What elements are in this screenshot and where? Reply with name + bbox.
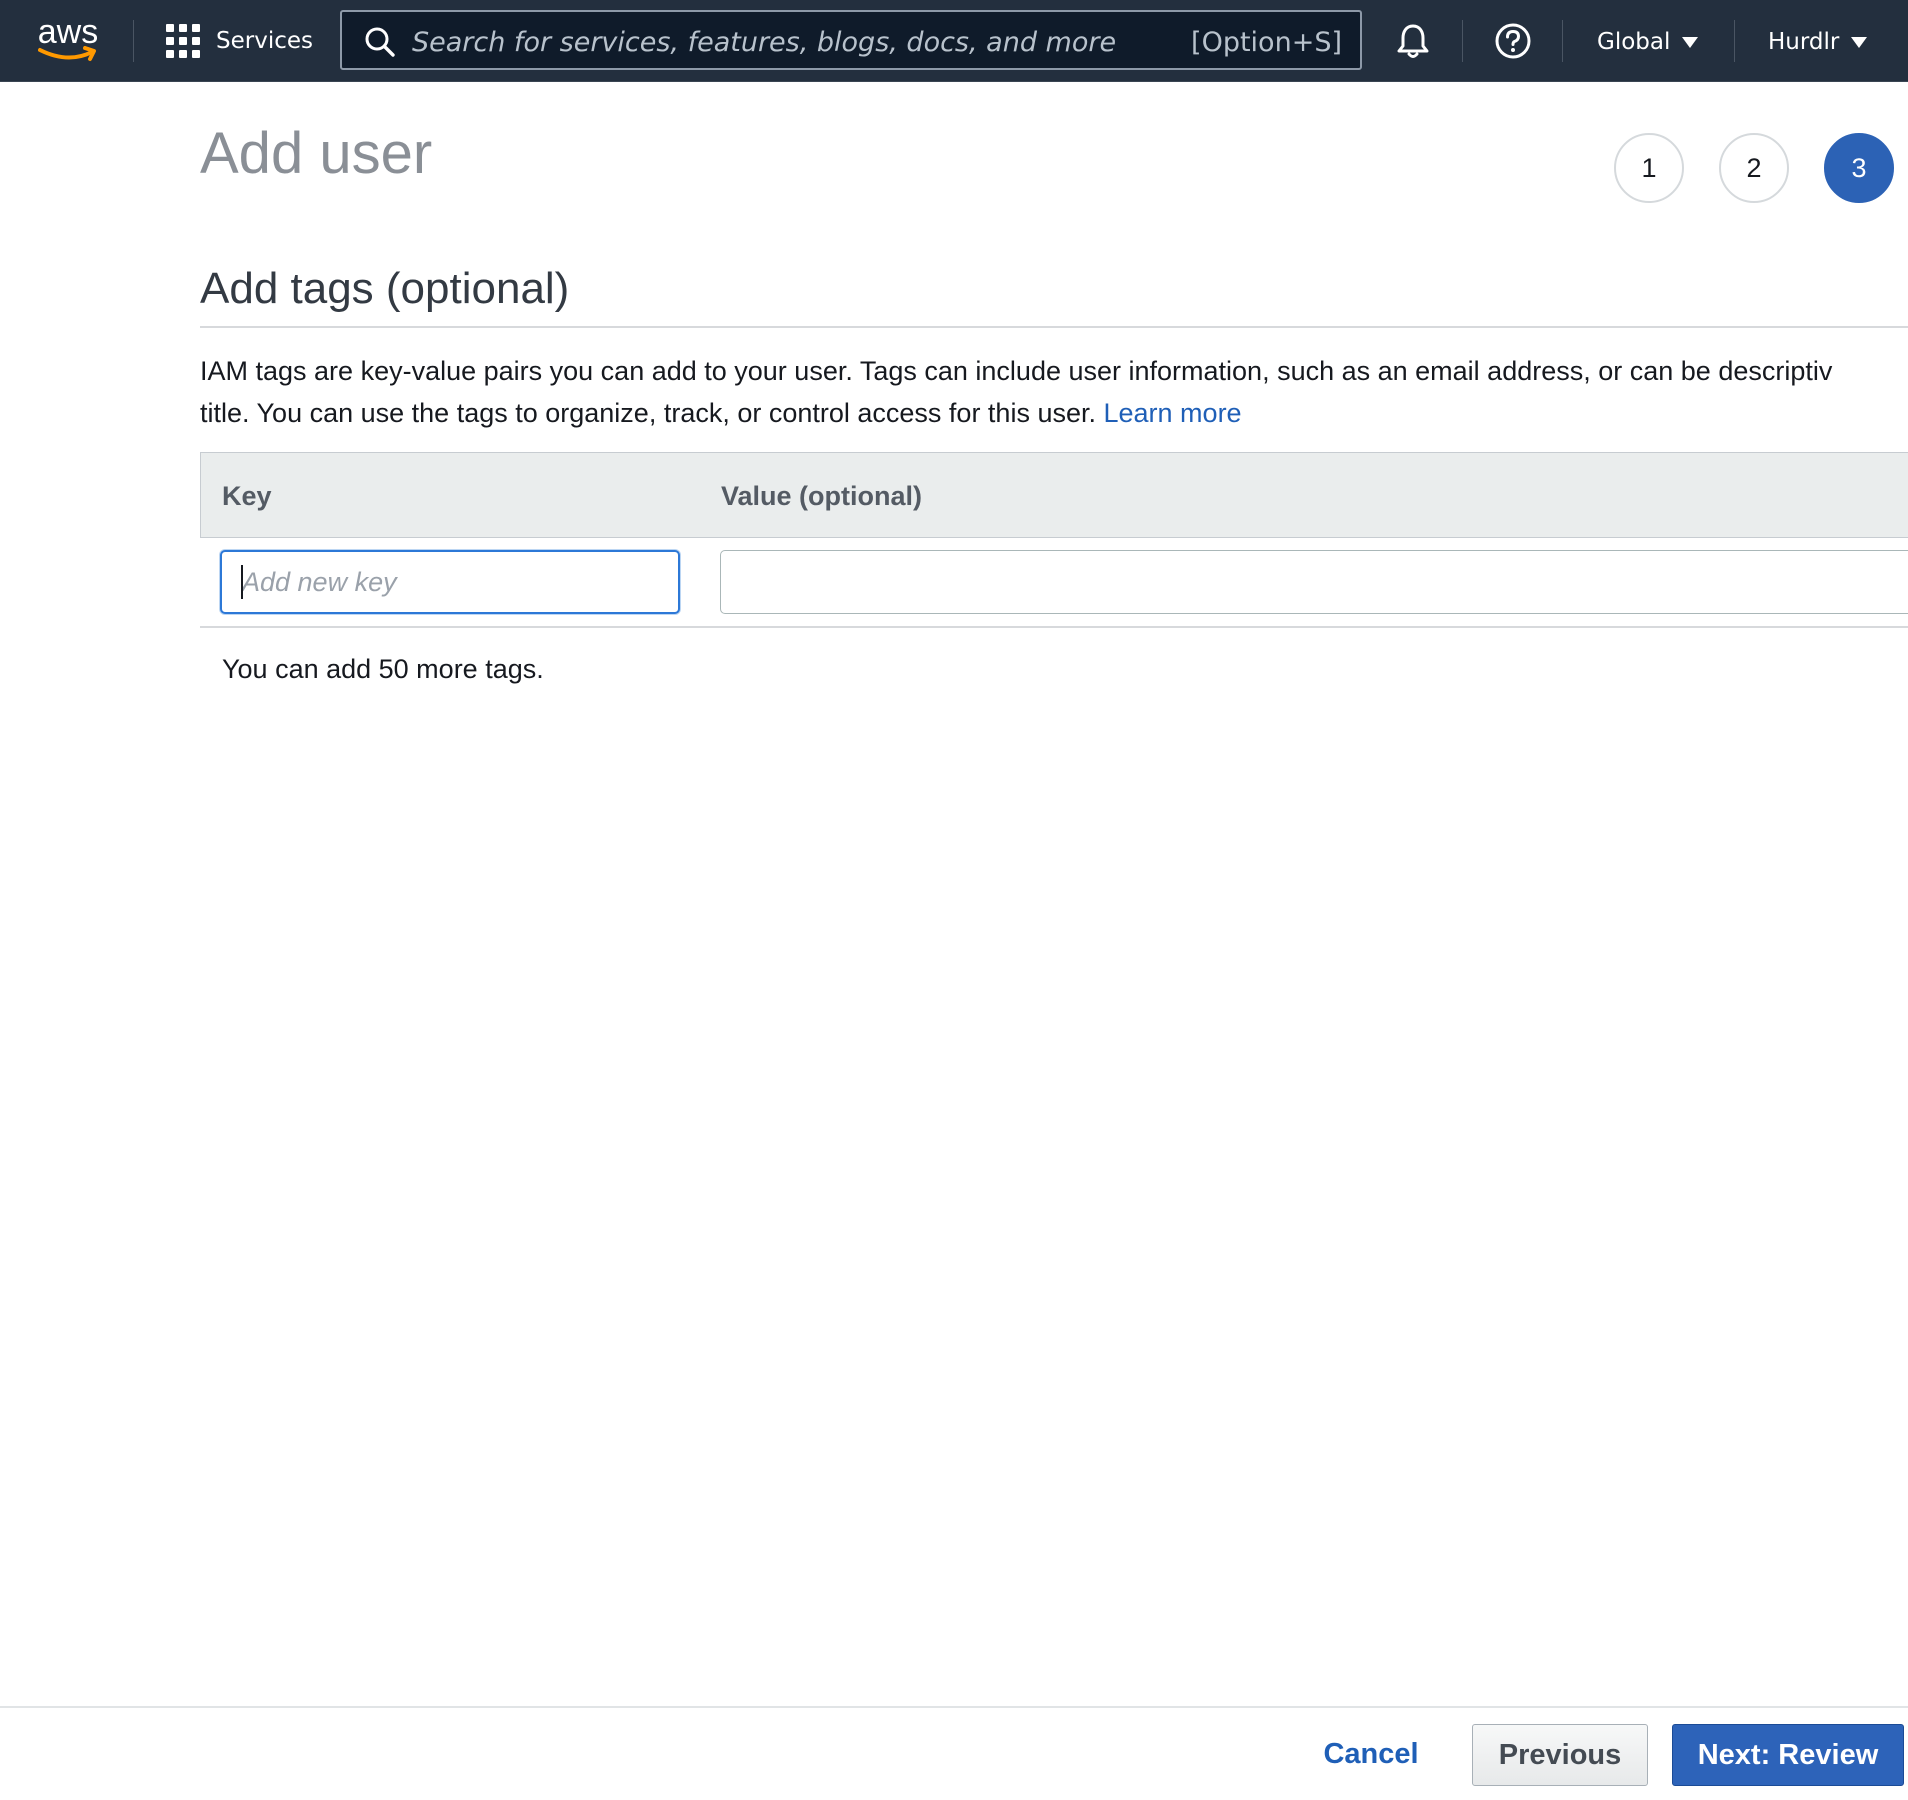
- footer-divider: [0, 1706, 1908, 1708]
- tag-key-input[interactable]: [220, 550, 680, 614]
- page: aws Services Search for services, featur…: [0, 0, 1908, 1800]
- help-button[interactable]: [1490, 18, 1536, 64]
- aws-smile-icon: [38, 46, 96, 61]
- table-divider: [200, 626, 1908, 628]
- text-cursor: [241, 565, 243, 599]
- section-divider: [200, 326, 1908, 328]
- description-text: title. You can use the tags to organize,…: [200, 398, 1096, 428]
- account-menu[interactable]: Hurdlr: [1768, 22, 1868, 62]
- section-description: IAM tags are key-value pairs you can add…: [200, 350, 1908, 434]
- wizard-step-1[interactable]: 1: [1614, 133, 1684, 203]
- nav-divider: [1734, 20, 1735, 62]
- learn-more-link[interactable]: Learn more: [1104, 398, 1242, 428]
- section-title: Add tags (optional): [200, 264, 570, 313]
- search-shortcut-hint: [Option+S]: [1191, 27, 1342, 58]
- account-label: Hurdlr: [1768, 29, 1840, 55]
- nav-divider: [1562, 20, 1563, 62]
- grid-menu-icon: [166, 24, 200, 58]
- help-icon: [1495, 23, 1531, 59]
- tag-value-input[interactable]: [720, 550, 1908, 614]
- next-review-button[interactable]: Next: Review: [1672, 1724, 1904, 1786]
- top-nav-bar: aws Services Search for services, featur…: [0, 0, 1908, 82]
- aws-logo-text: aws: [37, 13, 99, 51]
- services-label: Services: [216, 28, 313, 54]
- nav-divider: [1462, 20, 1463, 62]
- page-title: Add user: [200, 121, 433, 186]
- description-line-2: title. You can use the tags to organize,…: [200, 392, 1908, 434]
- cancel-button[interactable]: Cancel: [1308, 1728, 1434, 1780]
- search-placeholder: Search for services, features, blogs, do…: [412, 27, 1117, 58]
- wizard-step-3-current[interactable]: 3: [1824, 133, 1894, 203]
- nav-divider: [133, 20, 134, 62]
- region-label: Global: [1597, 29, 1671, 55]
- caret-down-icon: [1851, 36, 1868, 48]
- aws-logo[interactable]: aws: [34, 14, 102, 64]
- caret-down-icon: [1682, 36, 1699, 48]
- search-icon: [365, 27, 395, 57]
- column-header-value: Value (optional): [721, 481, 923, 511]
- description-line-1: IAM tags are key-value pairs you can add…: [200, 356, 1833, 386]
- services-menu-button[interactable]: Services: [166, 20, 313, 62]
- tags-remaining-text: You can add 50 more tags.: [222, 654, 544, 684]
- global-search-input[interactable]: Search for services, features, blogs, do…: [340, 10, 1362, 70]
- tags-table-header: Key Value (optional): [200, 452, 1908, 538]
- bell-icon: [1397, 24, 1429, 58]
- wizard-step-2[interactable]: 2: [1719, 133, 1789, 203]
- column-header-key: Key: [222, 481, 272, 511]
- region-selector[interactable]: Global: [1597, 22, 1699, 62]
- previous-button[interactable]: Previous: [1472, 1724, 1648, 1786]
- notifications-button[interactable]: [1390, 18, 1436, 64]
